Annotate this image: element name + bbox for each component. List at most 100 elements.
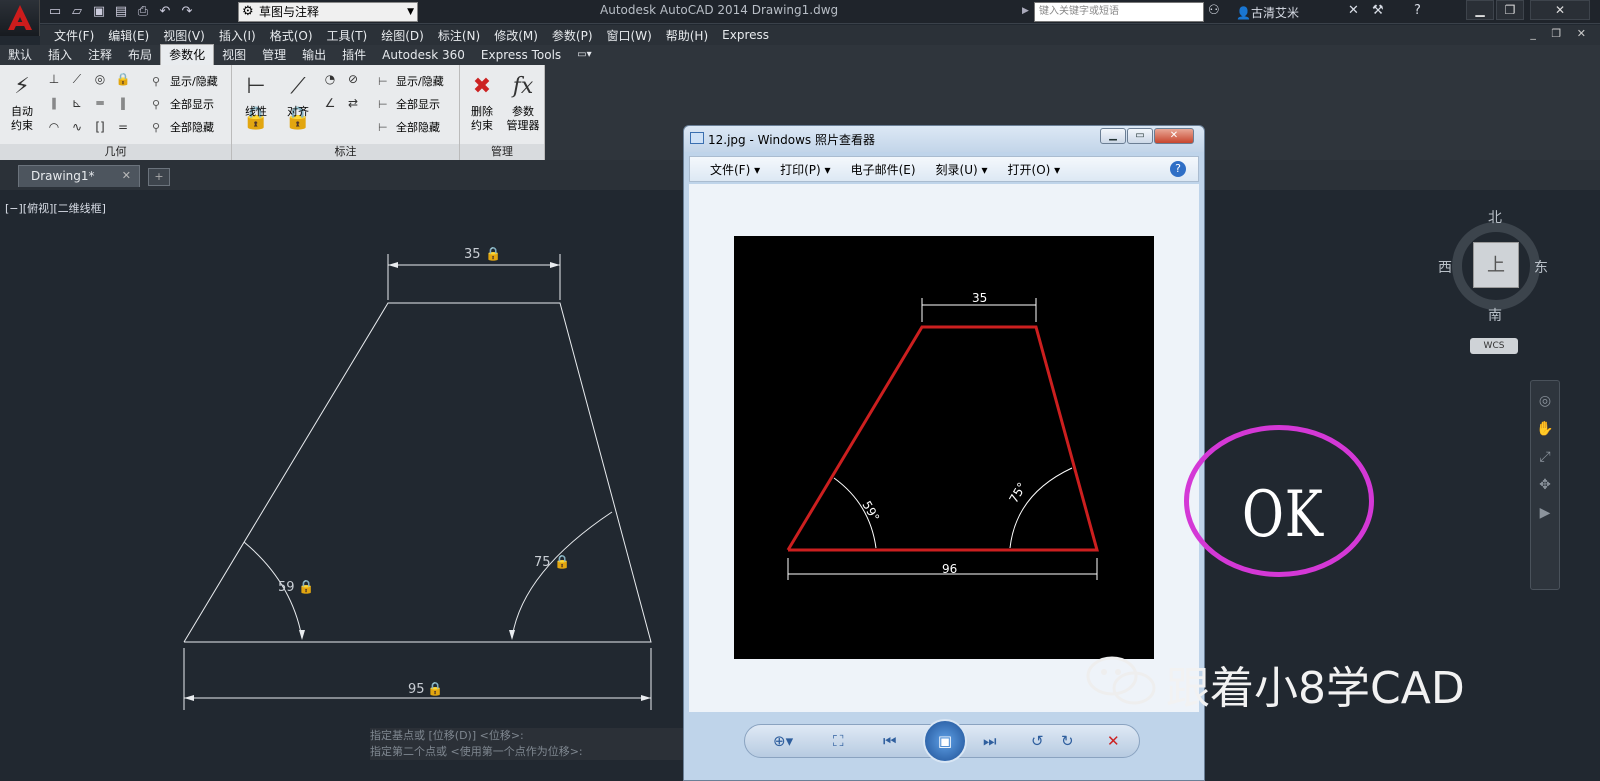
steering-wheel-icon[interactable]: ◎ (1531, 393, 1559, 409)
viewer-menu-burn[interactable]: 刻录(U) ▾ (926, 161, 988, 178)
delete-constraints-button[interactable]: ✖ 删除 约束 (464, 71, 500, 133)
viewer-menu-open[interactable]: 打开(O) ▾ (998, 161, 1061, 178)
viewer-maximize-button[interactable]: ▭ (1127, 128, 1153, 144)
radius-icon[interactable]: ◔ (320, 69, 340, 89)
menu-window[interactable]: 窗口(W) (607, 27, 652, 44)
compass-north[interactable]: 北 (1488, 207, 1502, 227)
menu-help[interactable]: 帮助(H) (666, 27, 708, 44)
help-icon[interactable]: ? (1170, 161, 1186, 177)
linear-button[interactable]: ⊢🔒 线性 (238, 71, 274, 131)
minimize-button[interactable]: ▁ (1466, 0, 1494, 20)
rotate-ccw-icon[interactable]: ↺ (1031, 732, 1044, 750)
workspace-dropdown[interactable]: ⚙ 草图与注释 ▼ (238, 2, 418, 22)
dim-show-hide[interactable]: ⊢ 显示/隐藏 (378, 73, 444, 89)
rotate-cw-icon[interactable]: ↻ (1061, 732, 1074, 750)
drawing-tab[interactable]: Drawing1* ✕ (18, 165, 140, 187)
horizontal-icon[interactable]: ═ (90, 93, 110, 113)
viewer-close-button[interactable]: ✕ (1154, 128, 1194, 144)
doc-window-controls[interactable]: _ ❐ ✕ (1530, 27, 1592, 40)
tangent-icon[interactable]: ◠ (44, 117, 64, 137)
photo-viewer-titlebar[interactable]: 12.jpg - Windows 照片查看器 ▁ ▭ ✕ (684, 126, 1204, 152)
help-icon[interactable]: ? (1414, 3, 1421, 18)
tab-view[interactable]: 视图 (214, 45, 254, 65)
angle-right-text[interactable]: 75 (534, 555, 551, 570)
menu-file[interactable]: 文件(F) (54, 27, 94, 44)
open-icon[interactable]: ▱ (68, 3, 86, 21)
new-icon[interactable]: ▭ (46, 3, 64, 21)
close-button[interactable]: ✕ (1530, 0, 1590, 20)
restore-button[interactable]: ❐ (1496, 0, 1524, 20)
compass-east[interactable]: 东 (1534, 257, 1548, 277)
menu-parametric[interactable]: 参数(P) (552, 27, 593, 44)
menu-draw[interactable]: 绘图(D) (381, 27, 424, 44)
menu-insert[interactable]: 插入(I) (219, 27, 256, 44)
menu-view[interactable]: 视图(V) (163, 27, 205, 44)
tab-manage[interactable]: 管理 (254, 45, 294, 65)
wcs-menu[interactable]: WCS (1470, 338, 1518, 354)
fix-lock-icon[interactable]: 🔒 (113, 69, 133, 89)
compass-south[interactable]: 南 (1488, 305, 1502, 325)
undo-icon[interactable]: ↶ (156, 3, 174, 21)
symmetric-icon[interactable]: [] (90, 117, 110, 137)
tab-annotate[interactable]: 注释 (80, 45, 120, 65)
ribbon-options-icon[interactable]: ▭▾ (569, 45, 599, 65)
tab-insert[interactable]: 插入 (40, 45, 80, 65)
tab-default[interactable]: 默认 (0, 45, 40, 65)
angle-left-text[interactable]: 59 (278, 580, 295, 595)
dim-top-text[interactable]: 35 (464, 247, 481, 262)
search-expand-icon[interactable]: ▶ (1022, 6, 1029, 16)
perpendicular-icon[interactable]: ⊾ (67, 93, 87, 113)
menu-modify[interactable]: 修改(M) (494, 27, 538, 44)
exchange-icon[interactable]: ✕ (1348, 3, 1359, 18)
geometry-panel-label[interactable]: 几何 (0, 144, 231, 160)
tab-parametric[interactable]: 参数化 (160, 44, 215, 66)
next-icon[interactable]: ⏭ (983, 732, 997, 750)
slideshow-button[interactable]: ▣ (923, 719, 967, 763)
user-sign-in[interactable]: 👤古清艾米 (1236, 4, 1299, 21)
dim-bottom-text[interactable]: 95 (408, 682, 425, 697)
search-input[interactable]: 键入关键字或短语 (1034, 2, 1204, 22)
dimensional-panel-label[interactable]: 标注 (232, 144, 459, 160)
viewer-menu-print[interactable]: 打印(P) ▾ (770, 161, 830, 178)
previous-icon[interactable]: ⏮ (883, 732, 897, 750)
vertical-icon[interactable]: ‖ (113, 93, 133, 113)
autocad-logo-button[interactable] (0, 0, 40, 36)
showmotion-icon[interactable]: ▶ (1531, 505, 1559, 521)
viewer-minimize-button[interactable]: ▁ (1100, 128, 1126, 144)
close-tab-icon[interactable]: ✕ (122, 166, 131, 186)
zoom-icon[interactable]: ⊕▾ (773, 732, 793, 750)
coincident-icon[interactable]: ⊥ (44, 69, 64, 89)
concentric-icon[interactable]: ◎ (90, 69, 110, 89)
save-icon[interactable]: ▣ (90, 3, 108, 21)
delete-icon[interactable]: ✕ (1107, 732, 1120, 750)
actual-size-icon[interactable]: ⛶ (833, 732, 844, 750)
tab-plugins[interactable]: 插件 (334, 45, 374, 65)
compass-west[interactable]: 西 (1438, 257, 1452, 277)
dim-hide-all[interactable]: ⊢ 全部隐藏 (378, 119, 440, 135)
smooth-icon[interactable]: ∿ (67, 117, 87, 137)
viewer-menu-file[interactable]: 文件(F) ▾ (700, 161, 760, 178)
angular-icon[interactable]: ∠ (320, 93, 340, 113)
app-store-icon[interactable]: ⚒ (1372, 3, 1384, 18)
equal-icon[interactable]: = (113, 117, 133, 137)
parallel-icon[interactable]: ∥ (44, 93, 64, 113)
print-icon[interactable]: ⎙ (134, 3, 152, 21)
viewcube-top-face[interactable]: 上 (1473, 242, 1519, 288)
viewer-menu-email[interactable]: 电子邮件(E) (841, 161, 916, 178)
tab-express-tools[interactable]: Express Tools (473, 45, 569, 65)
menu-tools[interactable]: 工具(T) (327, 27, 368, 44)
orbit-icon[interactable]: ✥ (1531, 477, 1559, 493)
auto-constrain-button[interactable]: ⚡ 自动 约束 (4, 71, 40, 133)
geo-show-hide[interactable]: ⚲ 显示/隐藏 (152, 73, 218, 89)
zoom-extents-icon[interactable]: ⤢ (1531, 449, 1559, 465)
menu-format[interactable]: 格式(O) (270, 27, 313, 44)
pan-hand-icon[interactable]: ✋ (1531, 421, 1559, 437)
parameters-manager-button[interactable]: fx 参数 管理器 (502, 71, 544, 133)
menu-express[interactable]: Express (722, 28, 769, 42)
tab-layout[interactable]: 布局 (120, 45, 160, 65)
geo-hide-all[interactable]: ⚲ 全部隐藏 (152, 119, 214, 135)
redo-icon[interactable]: ↷ (178, 3, 196, 21)
menu-edit[interactable]: 编辑(E) (108, 27, 149, 44)
collinear-icon[interactable]: ⟋ (67, 69, 87, 89)
save-as-icon[interactable]: ▤ (112, 3, 130, 21)
